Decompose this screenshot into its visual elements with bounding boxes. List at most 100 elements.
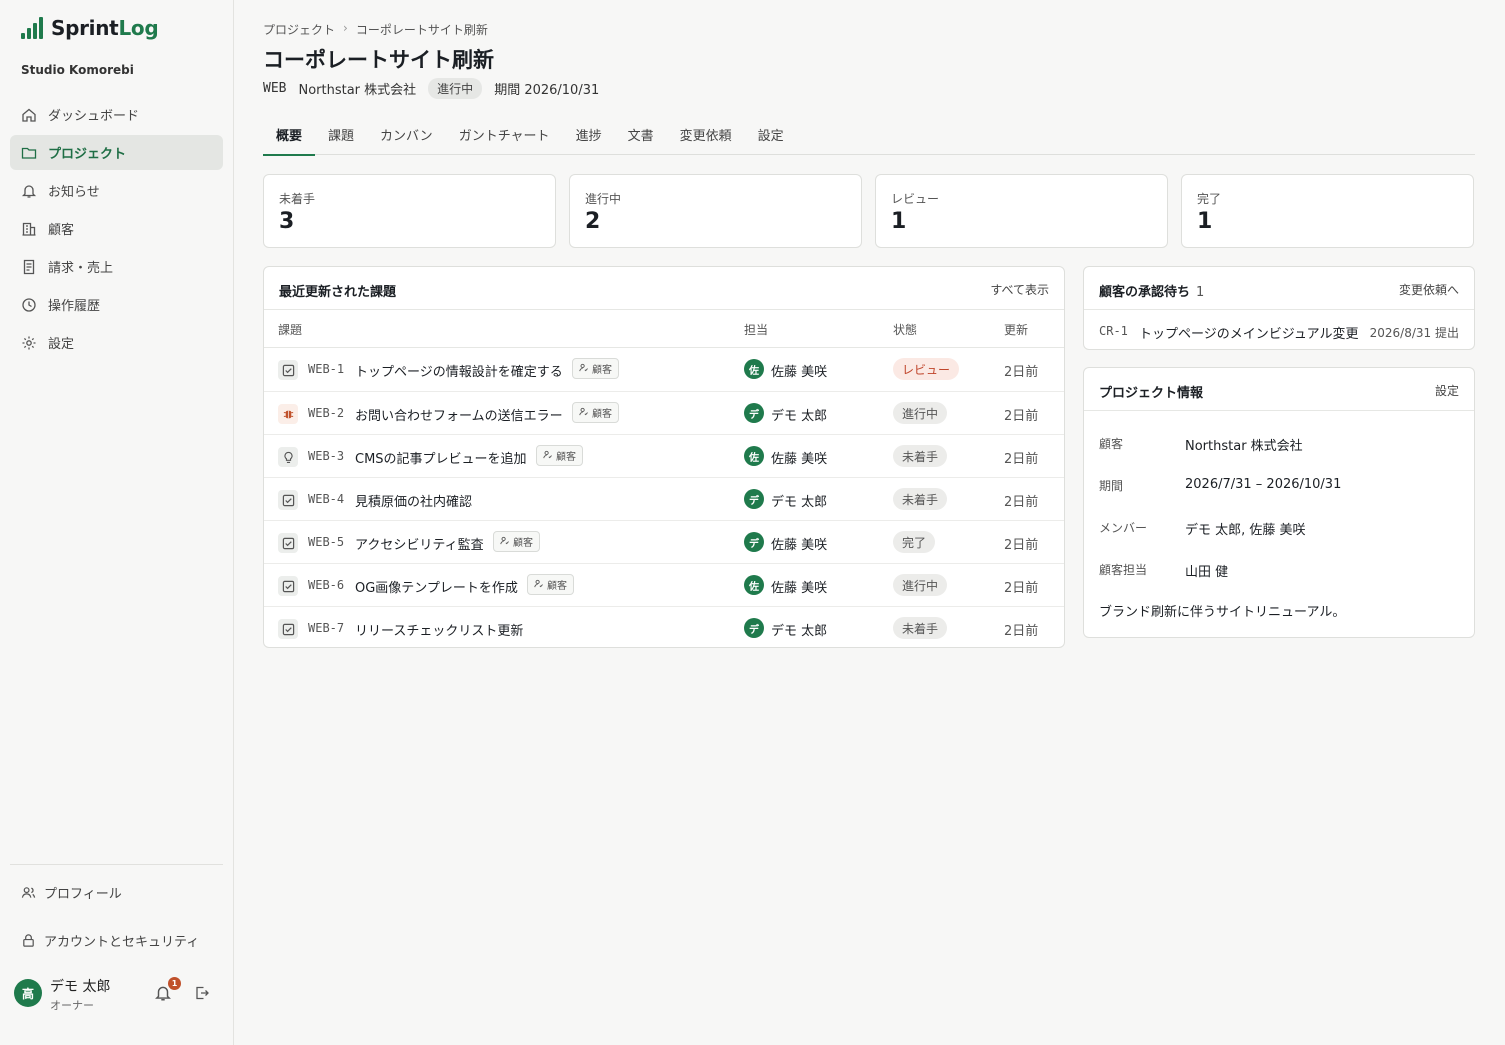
table-row[interactable]: WEB-5 アクセシビリティ監査 顧客 デ佐藤 美咲 完了 2日前 [264, 520, 1064, 563]
stat-card-review: レビュー 1 [875, 174, 1168, 248]
tab-gantt[interactable]: ガントチャート [446, 115, 563, 155]
sidebar-item-label: プロジェクト [48, 147, 127, 162]
user-name: デモ 太郎 [50, 979, 111, 995]
issue-title: OG画像テンプレートを作成 [355, 581, 518, 596]
avatar[interactable]: 高 [14, 979, 42, 1007]
tab-settings[interactable]: 設定 [745, 115, 797, 155]
assignee-name: デモ 太郎 [771, 495, 828, 510]
brand-logo[interactable]: SprintLog [21, 16, 159, 40]
issue-key: WEB-2 [308, 406, 345, 420]
gear-icon [22, 336, 36, 349]
person-check-icon [500, 536, 509, 548]
sidebar-item-label: 操作履歴 [48, 299, 101, 314]
change-requests-link[interactable]: 変更依頼へ [1399, 281, 1459, 298]
tab-issues[interactable]: 課題 [315, 115, 367, 155]
sidebar-item-projects[interactable]: プロジェクト [10, 135, 223, 170]
card-header: 最近更新された課題 すべて表示 [264, 267, 1064, 310]
assignee-name: 佐藤 美咲 [771, 538, 828, 553]
sidebar-item-history[interactable]: 操作履歴 [10, 287, 223, 322]
sidebar-item-notifications[interactable]: お知らせ [10, 173, 223, 208]
table-row[interactable]: WEB-7 リリースチェックリスト更新 デデモ 太郎 未着手 2日前 [264, 606, 1064, 649]
checkbox-icon [278, 533, 298, 553]
view-all-link[interactable]: すべて表示 [990, 281, 1049, 298]
column-header-assignee: 担当 [744, 323, 769, 337]
breadcrumb-projects-link[interactable]: プロジェクト [263, 21, 335, 38]
checkbox-icon [278, 619, 298, 639]
assignee-avatar: 佐 [744, 575, 764, 595]
column-header-status: 状態 [893, 323, 918, 337]
stat-card-todo: 未着手 3 [263, 174, 556, 248]
brand-name: SprintLog [51, 16, 159, 40]
info-value-period: 2026/7/31 – 2026/10/31 [1185, 477, 1342, 492]
receipt-icon [23, 259, 35, 274]
updated-time: 2日前 [1004, 624, 1039, 639]
client-approval-card: 顧客の承認待ち 1 変更依頼へ CR-1 トップページのメインビジュアル変更 20… [1083, 266, 1475, 350]
stat-label: 完了 [1197, 192, 1222, 206]
table-row[interactable]: WEB-3 CMSの記事プレビューを追加 顧客 佐佐藤 美咲 未着手 2日前 [264, 434, 1064, 477]
sidebar-nav: ダッシュボード プロジェクト お知らせ 顧客 請求・売上 操作履歴 設定 [10, 97, 223, 363]
logout-icon[interactable] [194, 985, 210, 1001]
updated-time: 2日前 [1004, 495, 1039, 510]
tab-change-requests[interactable]: 変更依頼 [667, 115, 745, 155]
status-badge: 完了 [893, 531, 936, 553]
info-label-period: 期間 [1099, 479, 1124, 493]
tab-progress[interactable]: 進捗 [563, 115, 615, 155]
issue-key: WEB-1 [308, 362, 345, 376]
sidebar-item-label: 請求・売上 [48, 261, 114, 276]
user-panel: 高 デモ 太郎 オーナー 1 [14, 976, 220, 1012]
info-value-members: デモ 太郎, 佐藤 美咲 [1185, 523, 1306, 538]
project-meta: WEB Northstar 株式会社 進行中 期間 2026/10/31 [263, 78, 599, 99]
change-request-key: CR-1 [1099, 324, 1128, 338]
sidebar: SprintLog Studio Komorebi ダッシュボード プロジェクト… [0, 0, 234, 1045]
issue-key: WEB-4 [308, 492, 345, 506]
client-visible-tag: 顧客 [572, 402, 619, 423]
stat-value: 1 [1197, 209, 1213, 234]
sidebar-item-settings[interactable]: 設定 [10, 325, 223, 360]
table-row[interactable]: WEB-6 OG画像テンプレートを作成 顧客 佐佐藤 美咲 進行中 2日前 [264, 563, 1064, 606]
status-badge: 未着手 [893, 445, 948, 467]
status-badge: 進行中 [893, 402, 948, 424]
card-header: プロジェクト情報 設定 [1084, 368, 1474, 411]
table-row[interactable]: WEB-4 見積原価の社内確認 デデモ 太郎 未着手 2日前 [264, 477, 1064, 520]
security-link[interactable]: アカウントとセキュリティ [21, 931, 199, 950]
card-title: プロジェクト情報 [1099, 386, 1204, 401]
stat-value: 3 [279, 209, 295, 234]
sidebar-item-billing[interactable]: 請求・売上 [10, 249, 223, 284]
project-deadline: 期間 2026/10/31 [494, 83, 600, 98]
column-header-updated: 更新 [1004, 323, 1029, 337]
issue-title: トップページの情報設計を確定する [355, 365, 563, 380]
stat-card-in-progress: 進行中 2 [569, 174, 862, 248]
recent-issues-card: 最近更新された課題 すべて表示 課題 担当 状態 更新 WEB-1 トップページの… [263, 266, 1065, 648]
assignee-name: 佐藤 美咲 [771, 365, 828, 380]
lock-icon [23, 934, 34, 947]
approval-count: 1 [1196, 285, 1205, 300]
person-check-icon [534, 579, 543, 591]
updated-time: 2日前 [1004, 538, 1039, 553]
project-key: WEB [263, 81, 287, 96]
status-badge: 未着手 [893, 617, 948, 639]
assignee-avatar: 佐 [744, 359, 764, 379]
issue-key: WEB-6 [308, 578, 345, 592]
project-settings-link[interactable]: 設定 [1435, 382, 1459, 399]
profile-label: プロフィール [44, 887, 122, 902]
sidebar-item-label: 顧客 [48, 223, 75, 238]
sidebar-item-label: お知らせ [48, 185, 100, 200]
assignee-avatar: デ [744, 532, 764, 552]
project-description: ブランド刷新に伴うサイトリニューアル。 [1099, 605, 1346, 620]
checkbox-icon [278, 490, 298, 510]
tab-kanban[interactable]: カンバン [367, 115, 446, 155]
tab-documents[interactable]: 文書 [615, 115, 667, 155]
sidebar-item-clients[interactable]: 顧客 [10, 211, 223, 246]
issue-title: リリースチェックリスト更新 [355, 624, 524, 639]
tab-overview[interactable]: 概要 [263, 115, 316, 156]
assignee-avatar: デ [744, 489, 764, 509]
profile-link[interactable]: プロフィール [21, 883, 122, 902]
stat-label: 進行中 [585, 192, 622, 206]
updated-time: 2日前 [1004, 581, 1039, 596]
table-row[interactable]: WEB-1 トップページの情報設計を確定する 顧客 佐佐藤 美咲 レビュー 2日前 [264, 348, 1064, 391]
checkbox-icon [278, 360, 298, 380]
issue-key: WEB-3 [308, 449, 345, 463]
table-row[interactable]: WEB-2 お問い合わせフォームの送信エラー 顧客 デデモ 太郎 進行中 2日前 [264, 391, 1064, 434]
sidebar-item-dashboard[interactable]: ダッシュボード [10, 97, 223, 132]
updated-time: 2日前 [1004, 452, 1039, 467]
